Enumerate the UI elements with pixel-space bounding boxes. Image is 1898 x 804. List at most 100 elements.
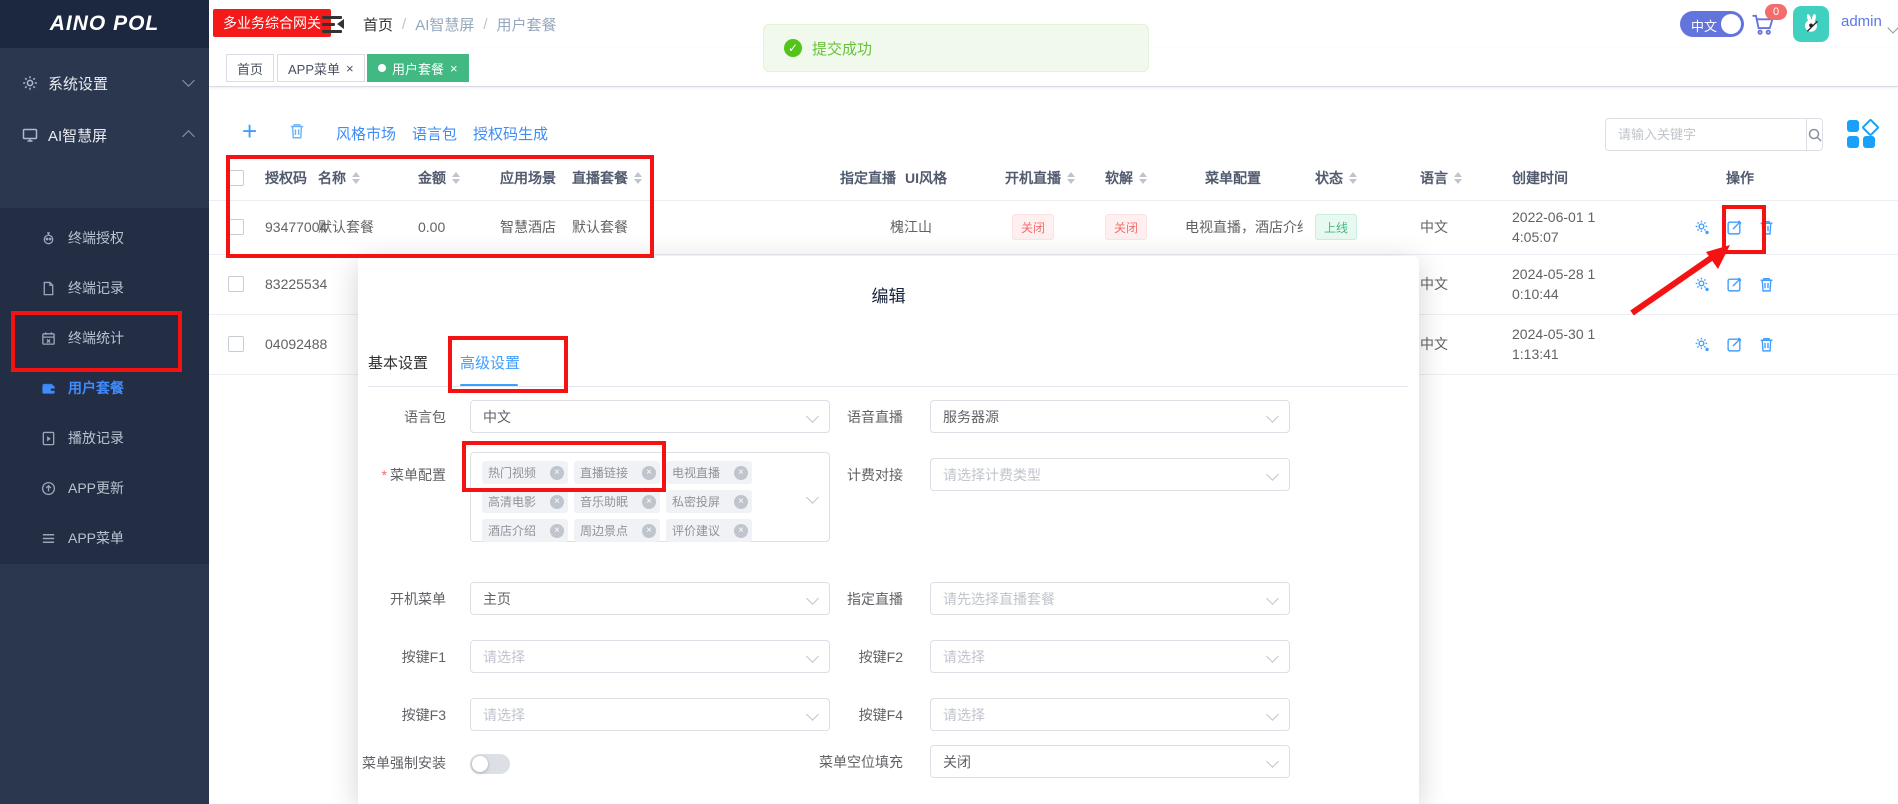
row-checkbox[interactable] — [228, 219, 244, 235]
assigned-live-select[interactable]: 请先选择直播套餐 — [930, 582, 1290, 615]
col-language[interactable]: 语言 — [1420, 156, 1462, 200]
cell-created: 2022-06-01 1 4:05:07 — [1512, 209, 1596, 245]
cell-menu-config: 电视直播，酒店介绍 — [1185, 219, 1303, 235]
key-f4-select[interactable]: 请选择 — [930, 698, 1290, 731]
user-caret-down-icon[interactable] — [1887, 22, 1898, 34]
cart-button[interactable]: 0 — [1749, 4, 1787, 42]
label-key-f1: 按键F1 — [401, 648, 446, 665]
app-logo: AINO POL — [0, 0, 209, 48]
key-f2-select[interactable]: 请选择 — [930, 640, 1290, 673]
billing-select[interactable]: 请选择计费类型 — [930, 458, 1290, 491]
tab-user-packages-active[interactable]: 用户套餐 × — [367, 54, 469, 82]
breadcrumb-home[interactable]: 首页 — [363, 14, 393, 35]
style-market-link[interactable]: 风格市场 — [336, 123, 396, 144]
tag-close-icon[interactable]: × — [642, 465, 656, 480]
toolbar-links: 风格市场 语言包 授权码生成 — [336, 123, 548, 144]
cell-auth-code: 83225534 — [265, 276, 328, 292]
menu-tag: 直播链接 × — [574, 461, 660, 484]
force-install-toggle[interactable] — [470, 754, 510, 774]
delete-icon[interactable] — [1758, 219, 1775, 236]
table-header-row: 授权码 名称 金额 应用场景 直播套餐 指定直播 UI风格 开机直播 软解 菜单… — [209, 156, 1898, 201]
status-tag: 上线 — [1315, 214, 1358, 240]
cell-live-package: 默认套餐 — [572, 219, 628, 235]
dialog-title: 编辑 — [871, 287, 906, 306]
success-toast: ✓ 提交成功 — [763, 24, 1149, 72]
language-toggle[interactable]: 中文 — [1680, 11, 1744, 37]
edit-icon[interactable] — [1726, 219, 1743, 236]
tag-close-icon[interactable]: × — [550, 523, 564, 538]
chevron-down-icon — [1266, 755, 1279, 768]
select-all-checkbox[interactable] — [228, 170, 244, 186]
config-gear-icon[interactable] — [1694, 276, 1711, 293]
col-boot-live[interactable]: 开机直播 — [1005, 156, 1075, 200]
language-pack-link[interactable]: 语言包 — [412, 123, 457, 144]
menu-tag: 周边景点 × — [574, 519, 660, 542]
edit-icon[interactable] — [1726, 336, 1743, 353]
cell-ui-style: 槐江山 — [890, 219, 932, 235]
row-checkbox[interactable] — [228, 276, 244, 292]
sidebar-item-terminal-stats[interactable]: 终端统计 — [0, 313, 209, 363]
document-icon — [43, 281, 54, 295]
breadcrumb-current: 用户套餐 — [496, 16, 557, 34]
slot-fill-select[interactable]: 关闭 — [930, 745, 1290, 778]
delete-icon[interactable] — [1758, 276, 1775, 293]
col-status[interactable]: 状态 — [1315, 156, 1357, 200]
tab-app-menu[interactable]: APP菜单 × — [277, 54, 365, 82]
play-document-icon — [42, 431, 55, 445]
search-input[interactable] — [1606, 119, 1806, 150]
sidebar-item-play-records[interactable]: 播放记录 — [0, 413, 209, 463]
label-slot-fill: 菜单空位填充 — [819, 753, 903, 770]
config-gear-icon[interactable] — [1694, 219, 1711, 236]
sidebar-item-system-settings[interactable]: 系统设置 — [0, 58, 209, 108]
column-settings-icon[interactable] — [1846, 118, 1880, 149]
col-soft-decode[interactable]: 软解 — [1105, 156, 1147, 200]
tag-close-icon[interactable]: × — [734, 523, 748, 538]
tag-close-icon[interactable]: × — [550, 494, 564, 509]
tab-home[interactable]: 首页 — [226, 54, 275, 82]
voice-live-select[interactable]: 服务器源 — [930, 400, 1290, 433]
close-icon[interactable]: × — [450, 61, 458, 76]
col-name[interactable]: 名称 — [318, 156, 360, 200]
chevron-down-icon — [1266, 592, 1279, 605]
monitor-icon — [22, 128, 38, 142]
edit-icon[interactable] — [1726, 276, 1743, 293]
label-key-f2: 按键F2 — [858, 648, 903, 665]
sidebar-collapse-icon[interactable] — [322, 14, 344, 34]
close-icon[interactable]: × — [346, 61, 354, 76]
label-force-install: 菜单强制安装 — [362, 754, 446, 771]
tag-close-icon[interactable]: × — [642, 494, 656, 509]
tag-close-icon[interactable]: × — [642, 523, 656, 538]
col-amount[interactable]: 金额 — [418, 156, 460, 200]
menu-list-icon — [42, 533, 55, 543]
sort-icon — [634, 172, 642, 184]
search-box — [1605, 118, 1823, 151]
tab-basic-settings[interactable]: 基本设置 — [368, 352, 428, 382]
label-boot-menu: 开机菜单 — [390, 590, 446, 607]
batch-delete-icon[interactable] — [288, 122, 306, 140]
sidebar-item-terminal-records[interactable]: 终端记录 — [0, 263, 209, 313]
calendar-icon — [42, 331, 55, 345]
delete-icon[interactable] — [1758, 336, 1775, 353]
config-gear-icon[interactable] — [1694, 336, 1711, 353]
auth-code-generate-link[interactable]: 授权码生成 — [473, 123, 548, 144]
search-button[interactable] — [1806, 119, 1823, 150]
wallet-icon — [42, 383, 55, 394]
select-all-checkbox-cell — [228, 156, 244, 200]
username[interactable]: admin — [1841, 13, 1882, 30]
sidebar-item-user-packages[interactable]: 用户套餐 — [0, 363, 209, 413]
tag-close-icon[interactable]: × — [550, 465, 564, 480]
row-checkbox[interactable] — [228, 336, 244, 352]
tag-close-icon[interactable]: × — [734, 465, 748, 480]
col-live-package[interactable]: 直播套餐 — [572, 156, 642, 200]
add-button[interactable]: + — [242, 118, 257, 144]
gateway-badge: 多业务综合网关 — [213, 9, 331, 37]
avatar[interactable] — [1793, 6, 1829, 42]
sidebar-item-app-update[interactable]: APP更新 — [0, 463, 209, 513]
sidebar-item-ai-screen[interactable]: AI智慧屏 — [0, 110, 209, 160]
sidebar-item-terminal-auth[interactable]: 终端授权 — [0, 213, 209, 263]
cart-count-badge: 0 — [1765, 4, 1787, 20]
breadcrumb-ai-screen[interactable]: AI智慧屏 — [415, 14, 474, 35]
tag-close-icon[interactable]: × — [734, 494, 748, 509]
tab-advanced-settings[interactable]: 高级设置 — [460, 352, 520, 382]
sidebar-item-app-menu[interactable]: APP菜单 — [0, 513, 209, 563]
